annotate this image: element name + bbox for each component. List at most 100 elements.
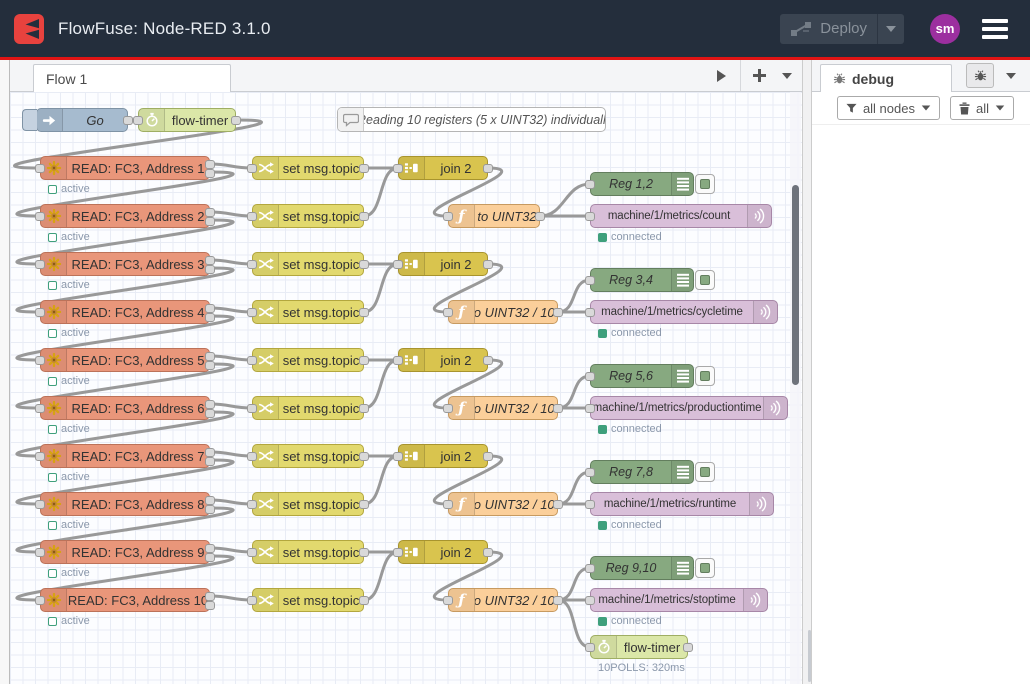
node-r8[interactable]: READ: FC3, Address 8 [40,492,210,516]
node-c4[interactable]: set msg.topic [252,300,364,324]
node-c5[interactable]: set msg.topic [252,348,364,372]
node-input-port[interactable] [443,404,453,413]
node-output-port[interactable] [231,116,241,125]
node-c9[interactable]: set msg.topic [252,540,364,564]
node-m8[interactable]: machine/1/metrics/runtime [590,492,774,516]
wire[interactable] [210,596,252,600]
node-j7[interactable]: join 2 [398,444,488,468]
node-output-port[interactable] [359,404,369,413]
node-input-port[interactable] [585,564,595,573]
node-output-port[interactable] [205,352,215,361]
node-m10[interactable]: machine/1/metrics/stoptime [590,588,768,612]
node-output-port[interactable] [205,448,215,457]
node-output-port[interactable] [483,452,493,461]
node-input-port[interactable] [443,212,453,221]
node-output-port[interactable] [205,409,215,418]
node-output-port[interactable] [205,313,215,322]
node-input-port[interactable] [247,164,257,173]
node-j5[interactable]: join 2 [398,348,488,372]
wire[interactable] [364,360,398,408]
node-input-port[interactable] [247,404,257,413]
node-f2[interactable]: ƒto UINT32 [448,204,540,228]
node-output-port[interactable] [205,592,215,601]
node-input-port[interactable] [585,180,595,189]
user-avatar[interactable]: sm [930,14,960,44]
node-output-port[interactable] [205,208,215,217]
node-output-port[interactable] [535,212,545,221]
node-output-port[interactable] [205,169,215,178]
node-output-port[interactable] [205,304,215,313]
inject-button[interactable] [22,109,37,131]
node-r9[interactable]: READ: FC3, Address 9 [40,540,210,564]
node-output-port[interactable] [205,400,215,409]
node-c2[interactable]: set msg.topic [252,204,364,228]
node-output-port[interactable] [553,500,563,509]
node-output-port[interactable] [683,643,693,652]
node-r5[interactable]: READ: FC3, Address 5 [40,348,210,372]
node-output-port[interactable] [205,544,215,553]
node-output-port[interactable] [483,260,493,269]
wire[interactable] [210,212,252,216]
node-input-port[interactable] [247,308,257,317]
clear-messages-button[interactable]: all [950,96,1014,120]
node-input-port[interactable] [247,500,257,509]
node-d10[interactable]: Reg 9,10 [590,556,694,580]
node-output-port[interactable] [359,548,369,557]
node-f6[interactable]: ƒto UINT32 / 100 [448,396,558,420]
node-input-port[interactable] [247,260,257,269]
node-input-port[interactable] [393,164,403,173]
flow-list-button[interactable] [782,73,792,79]
node-input-port[interactable] [35,596,45,605]
node-j3[interactable]: join 2 [398,252,488,276]
node-t2[interactable]: flow-timer [590,635,688,659]
node-input-port[interactable] [35,212,45,221]
wire[interactable] [558,280,590,312]
node-c8[interactable]: set msg.topic [252,492,364,516]
node-input-port[interactable] [35,404,45,413]
node-input-port[interactable] [585,212,595,221]
node-m4[interactable]: machine/1/metrics/cycletime [590,300,778,324]
wire[interactable] [558,600,590,647]
node-f10[interactable]: ƒto UINT32 / 100 [448,588,558,612]
node-input-port[interactable] [35,164,45,173]
node-comment1[interactable]: Reading 10 registers (5 x UINT32) indivi… [337,107,606,132]
node-output-port[interactable] [205,457,215,466]
node-output-port[interactable] [359,500,369,509]
canvas-scrollbar[interactable] [790,92,801,684]
node-r6[interactable]: READ: FC3, Address 6 [40,396,210,420]
node-m6[interactable]: machine/1/metrics/productiontime [590,396,788,420]
wire[interactable] [210,356,252,360]
debug-toggle-button[interactable] [695,270,715,290]
node-input-port[interactable] [393,260,403,269]
wire[interactable] [210,548,252,552]
node-input-port[interactable] [35,500,45,509]
deploy-button[interactable]: Deploy [780,14,904,44]
node-r10[interactable]: READ: FC3, Address 10 [40,588,210,612]
node-t1[interactable]: flow-timer [138,108,236,132]
node-output-port[interactable] [205,361,215,370]
wire[interactable] [210,404,252,408]
node-go[interactable]: Go [36,108,128,132]
main-menu-button[interactable] [982,19,1008,39]
node-j1[interactable]: join 2 [398,156,488,180]
node-input-port[interactable] [585,468,595,477]
node-m2[interactable]: machine/1/metrics/count [590,204,772,228]
node-output-port[interactable] [359,308,369,317]
play-icon[interactable] [717,70,726,82]
node-d2[interactable]: Reg 1,2 [590,172,694,196]
node-r2[interactable]: READ: FC3, Address 2 [40,204,210,228]
node-f4[interactable]: ƒto UINT32 / 100 [448,300,558,324]
node-output-port[interactable] [359,164,369,173]
node-r4[interactable]: READ: FC3, Address 4 [40,300,210,324]
node-c6[interactable]: set msg.topic [252,396,364,420]
node-c7[interactable]: set msg.topic [252,444,364,468]
debug-toggle-button[interactable] [695,174,715,194]
node-input-port[interactable] [585,404,595,413]
node-output-port[interactable] [205,265,215,274]
sidebar-splitter[interactable] [802,60,812,684]
wire[interactable] [364,264,398,312]
node-d4[interactable]: Reg 3,4 [590,268,694,292]
node-output-port[interactable] [483,356,493,365]
wire[interactable] [540,184,590,216]
node-input-port[interactable] [393,452,403,461]
